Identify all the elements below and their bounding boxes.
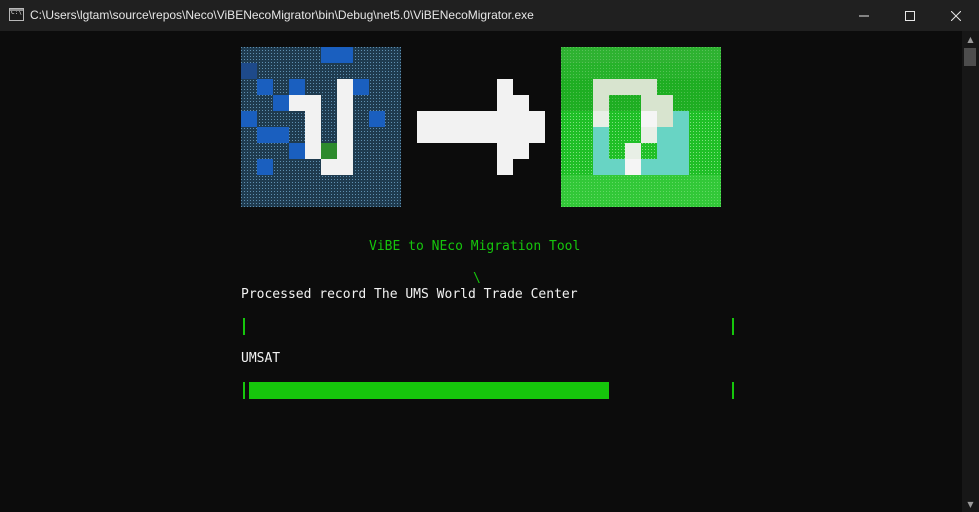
- window-title: C:\Users\lgtam\source\repos\Neco\ViBENec…: [30, 8, 534, 22]
- vertical-scrollbar[interactable]: ▲ ▼: [962, 31, 979, 512]
- maximize-icon: [905, 10, 915, 21]
- status-line: Processed record The UMS World Trade Cen…: [241, 287, 578, 302]
- chevron-down-icon[interactable]: ▼: [962, 496, 979, 512]
- close-icon: [951, 10, 961, 21]
- current-item-label: UMSAT: [241, 351, 281, 366]
- title-bar[interactable]: C:\ C:\Users\lgtam\source\repos\Neco\ViB…: [0, 0, 979, 31]
- minimize-icon: [859, 15, 869, 16]
- vibe-logo: [241, 47, 401, 207]
- progress-spinner: \: [473, 271, 481, 286]
- tool-heading: ViBE to NEco Migration Tool: [369, 239, 581, 254]
- chevron-up-icon[interactable]: ▲: [962, 31, 979, 47]
- site-progress-fill: [249, 382, 609, 399]
- scroll-thumb[interactable]: [964, 48, 976, 66]
- record-progress-left-edge: [243, 318, 245, 335]
- arrow-right-icon: [417, 79, 545, 175]
- maximize-button[interactable]: [887, 0, 933, 31]
- neco-logo: [561, 47, 721, 207]
- record-progress-right-edge: [732, 318, 734, 335]
- site-progress-left-edge: [243, 382, 245, 399]
- minimize-button[interactable]: [841, 0, 887, 31]
- site-progress-right-edge: [732, 382, 734, 399]
- console-app-icon[interactable]: C:\: [9, 8, 24, 21]
- close-button[interactable]: [933, 0, 979, 31]
